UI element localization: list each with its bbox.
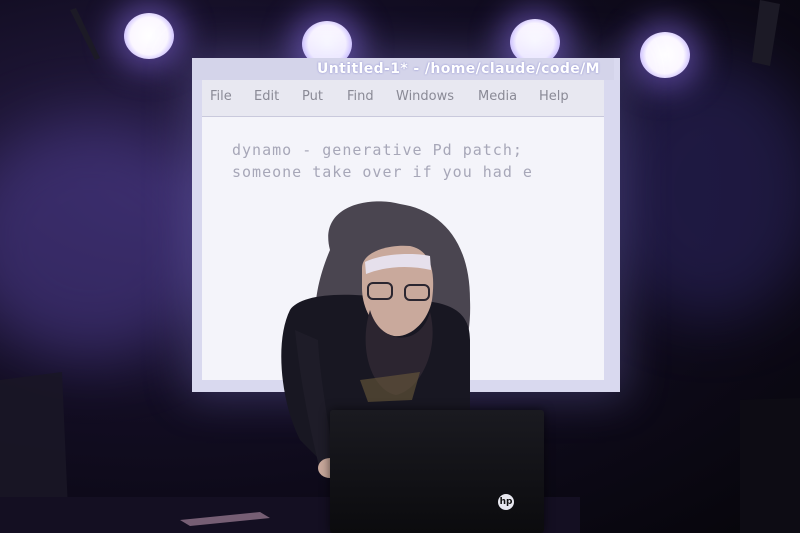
stage-photo: Untitled-1* - /home/claude/code/M File E… xyxy=(0,0,800,533)
hp-logo: hp xyxy=(498,494,514,510)
laptop xyxy=(330,410,544,533)
